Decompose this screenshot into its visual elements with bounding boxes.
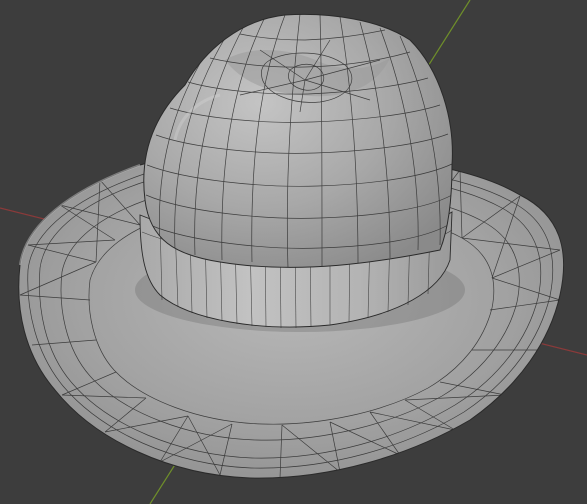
- viewport-canvas[interactable]: [0, 0, 587, 504]
- 3d-viewport[interactable]: [0, 0, 587, 504]
- hat-crown: [143, 13, 453, 268]
